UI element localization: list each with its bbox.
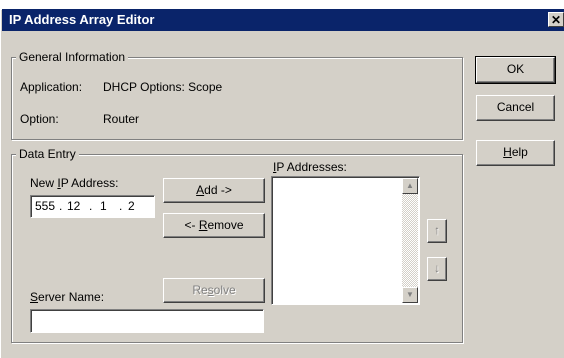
ok-button[interactable]: OK <box>475 56 556 84</box>
application-label: Application: <box>20 80 83 94</box>
new-ip-address-input[interactable]: 555 . 12 . 1 . 2 <box>30 195 155 218</box>
close-icon: ✕ <box>550 13 562 27</box>
down-arrow-icon: ↓ <box>434 261 440 275</box>
scroll-down-icon[interactable]: ▼ <box>402 287 418 303</box>
background-strip <box>0 0 564 9</box>
add-button[interactable]: Add -> <box>163 178 265 203</box>
server-name-label: Server Name: <box>30 290 105 304</box>
move-up-button[interactable]: ↑ <box>427 219 447 243</box>
ip-octet-3: 1 <box>100 199 107 213</box>
cancel-button[interactable]: Cancel <box>476 95 555 121</box>
ip-dot-3: . <box>119 199 123 213</box>
general-information-legend: General Information <box>16 50 129 64</box>
new-ip-address-label: New IP Address: <box>30 176 119 190</box>
server-name-input[interactable] <box>30 309 264 333</box>
scroll-up-icon[interactable]: ▲ <box>402 178 418 194</box>
ip-octet-1: 555 <box>35 199 56 213</box>
data-entry-legend: Data Entry <box>16 147 79 161</box>
ip-addresses-label: IP Addresses: <box>273 160 347 174</box>
option-value: Router <box>103 112 140 126</box>
resolve-button[interactable]: Resolve <box>163 278 265 303</box>
ip-dot-1: . <box>59 199 63 213</box>
title-bar: IP Address Array Editor ✕ <box>2 9 564 31</box>
ip-octet-2: 12 <box>67 199 81 213</box>
window-title: IP Address Array Editor <box>9 12 155 27</box>
ip-octet-4: 2 <box>128 199 135 213</box>
help-button[interactable]: Help <box>476 140 555 166</box>
application-value: DHCP Options: Scope <box>103 80 223 94</box>
ip-list-scrollbar[interactable]: ▲ ▼ <box>402 178 418 303</box>
up-arrow-icon: ↑ <box>434 223 440 237</box>
general-information-group <box>11 57 463 140</box>
ip-dot-2: . <box>89 199 93 213</box>
ip-addresses-list[interactable]: ▲ ▼ <box>271 176 420 305</box>
option-label: Option: <box>20 112 59 126</box>
move-down-button[interactable]: ↓ <box>427 257 447 281</box>
remove-button[interactable]: <- Remove <box>163 213 265 238</box>
close-button[interactable]: ✕ <box>548 12 564 27</box>
